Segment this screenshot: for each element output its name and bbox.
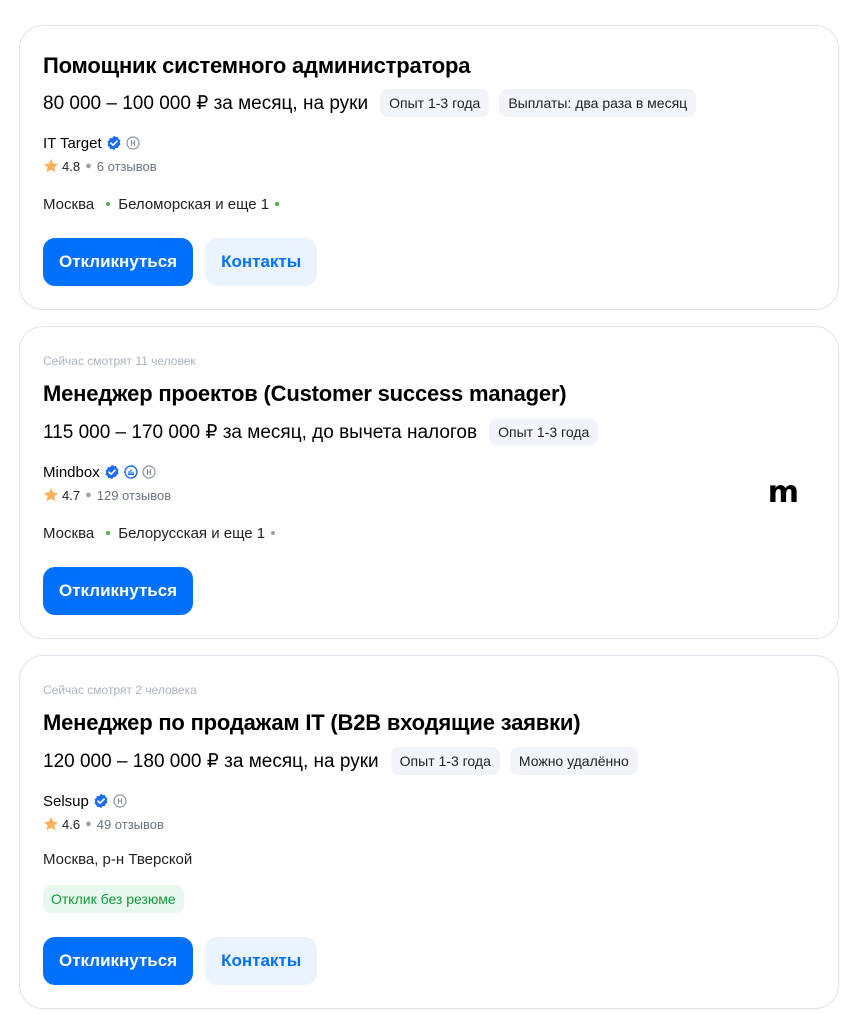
rating-value: 4.8 — [62, 158, 81, 174]
verified-icon — [94, 793, 108, 809]
reviews-link[interactable]: 49 отзывов — [97, 817, 164, 832]
experience-tag: Опыт 1-3 года — [380, 89, 490, 117]
verified-icon — [105, 464, 119, 480]
company-logo[interactable]: m — [768, 475, 799, 510]
star-icon — [44, 817, 58, 831]
watching-count: Сейчас смотрят 2 человека — [43, 683, 197, 697]
metro-dot-icon — [275, 202, 280, 206]
apply-button[interactable]: Откликнуться — [43, 567, 194, 615]
vacancy-card[interactable]: Сейчас смотрят 2 человека Менеджер по пр… — [19, 655, 839, 1009]
apply-button[interactable]: Откликнуться — [43, 937, 194, 985]
star-icon — [44, 159, 58, 173]
experience-tag: Опыт 1-3 года — [390, 747, 500, 775]
remote-tag: Можно удалённо — [509, 747, 638, 775]
reviews-link[interactable]: 129 отзывов — [97, 488, 171, 503]
metro-dot-icon — [106, 531, 111, 535]
metro-dot-icon — [106, 202, 111, 206]
experience-tag: Опыт 1-3 года — [489, 418, 599, 446]
no-resume-badge: Отклик без резюме — [43, 885, 184, 913]
company-name[interactable]: IT Target — [43, 135, 102, 152]
reviews-link[interactable]: 6 отзывов — [97, 159, 157, 174]
verified-icon — [107, 135, 121, 151]
accreditation-icon — [113, 794, 127, 808]
star-icon — [44, 488, 58, 502]
company-name[interactable]: Selsup — [43, 793, 89, 810]
city: Москва — [43, 524, 95, 542]
payment-tag: Выплаты: два раза в месяц — [499, 89, 697, 117]
watching-count: Сейчас смотрят 11 человек — [43, 354, 196, 368]
salary: 120 000 – 180 000 ₽ за месяц, на руки — [43, 750, 379, 772]
vacancy-card[interactable]: Сейчас смотрят 11 человек Менеджер проек… — [19, 326, 839, 639]
salary: 80 000 – 100 000 ₽ за месяц, на руки — [43, 92, 369, 114]
accreditation-icon — [142, 465, 156, 479]
contacts-button[interactable]: Контакты — [205, 238, 318, 286]
city: Москва — [43, 195, 95, 213]
metro-dot-icon — [271, 531, 276, 535]
metro-station: Белорусская и еще 1 — [118, 524, 266, 542]
vacancy-title[interactable]: Менеджер проектов (Customer success mana… — [43, 381, 567, 407]
vacancy-card[interactable]: Помощник системного администратора 80 00… — [19, 25, 839, 310]
accreditation-icon — [126, 136, 140, 150]
hr-brand-icon — [124, 465, 138, 479]
rating-value: 4.7 — [62, 487, 81, 503]
metro-station: Беломорская и еще 1 — [118, 195, 270, 213]
rating-value: 4.6 — [62, 816, 81, 832]
contacts-button[interactable]: Контакты — [205, 937, 318, 985]
vacancy-title[interactable]: Помощник системного администратора — [43, 53, 471, 79]
vacancy-title[interactable]: Менеджер по продажам IT (B2B входящие за… — [43, 710, 581, 736]
apply-button[interactable]: Откликнуться — [43, 238, 194, 286]
salary: 115 000 – 170 000 ₽ за месяц, до вычета … — [43, 421, 478, 443]
city: Москва, р-н Тверской — [43, 850, 193, 868]
company-name[interactable]: Mindbox — [43, 464, 100, 481]
